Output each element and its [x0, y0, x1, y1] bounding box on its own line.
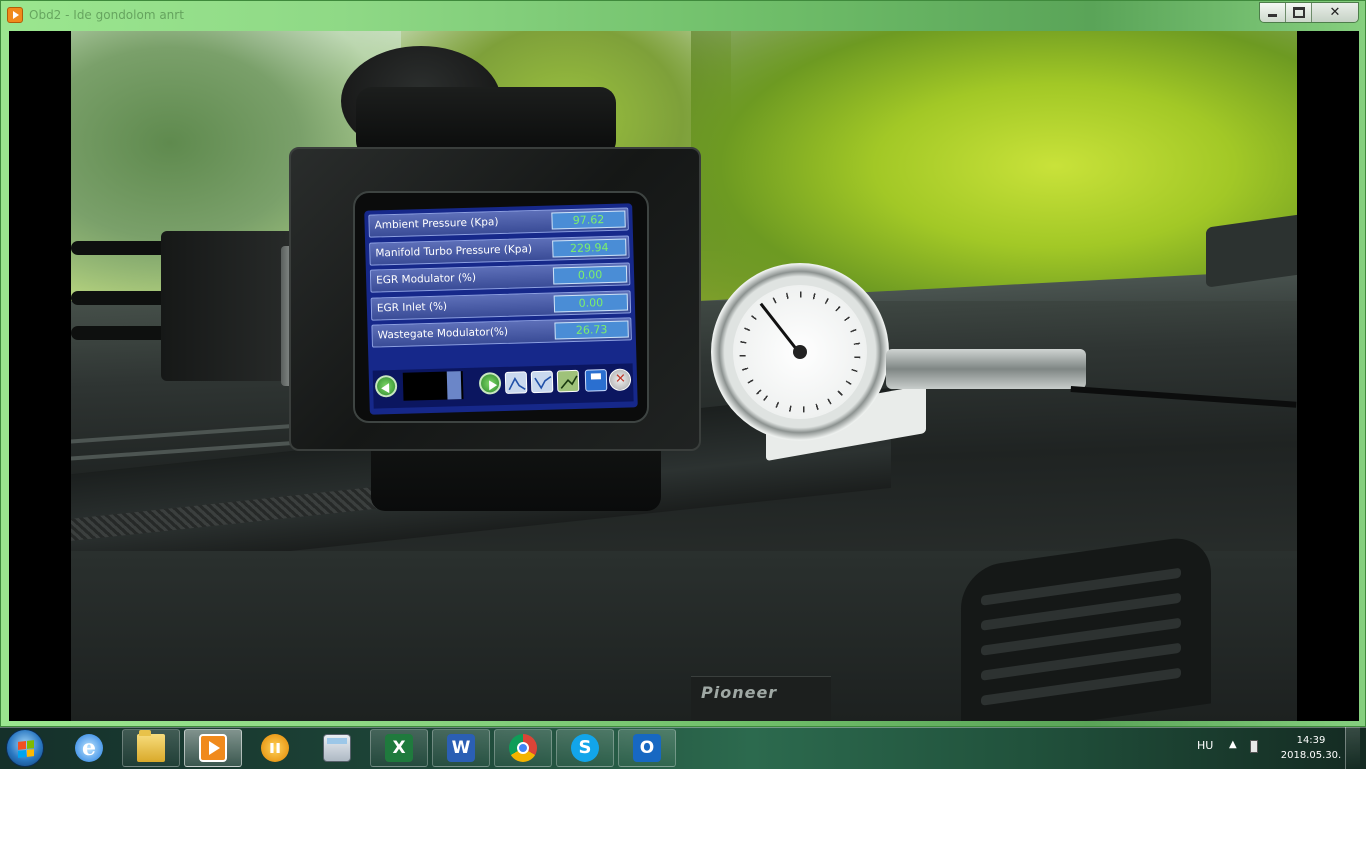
close-glyph: ✕ — [614, 371, 627, 387]
taskbar-media-player[interactable] — [184, 729, 242, 767]
param-label: EGR Modulator (%) — [375, 271, 477, 287]
minimize-icon — [1268, 14, 1277, 17]
side-mirror — [1206, 214, 1297, 288]
graph-peak-glyph — [508, 376, 526, 391]
internet-explorer-icon: e — [75, 734, 103, 762]
param-label: Wastegate Modulator(%) — [377, 325, 509, 342]
param-label: EGR Inlet (%) — [376, 300, 448, 314]
people-app-icon: ıı — [261, 734, 289, 762]
param-value: 97.62 — [551, 210, 626, 230]
cable — [71, 326, 171, 340]
minimize-button[interactable] — [1260, 3, 1286, 22]
media-player-app-icon[interactable] — [7, 7, 23, 23]
clock-time: 14:39 — [1296, 735, 1326, 746]
param-label: Ambient Pressure (Kpa) — [374, 216, 499, 232]
taskbar-internet-explorer[interactable]: e — [60, 729, 118, 767]
close-icon: ✕ — [1329, 5, 1341, 20]
next-arrow-icon — [478, 372, 502, 395]
save-icon — [584, 369, 608, 392]
show-hidden-icons-icon[interactable]: ▲ — [1229, 739, 1237, 750]
param-row: Ambient Pressure (Kpa) 97.62 — [368, 207, 629, 238]
chrome-icon — [509, 734, 537, 762]
taskbar-calculator[interactable] — [308, 729, 366, 767]
clock-date: 2018.05.30. — [1280, 750, 1342, 761]
boost-gauge — [711, 263, 889, 441]
graph-valley-icon — [530, 370, 554, 394]
show-desktop-button[interactable] — [1345, 727, 1360, 769]
outlook-icon: O — [633, 734, 661, 762]
obd-toolbar: ✕ — [372, 363, 634, 409]
start-button[interactable] — [6, 729, 44, 767]
close-icon: ✕ — [608, 368, 632, 392]
skype-icon: S — [571, 734, 599, 762]
obd-device: Ambient Pressure (Kpa) 97.62 Manifold Tu… — [289, 147, 701, 451]
window-title: Obd2 - Ide gondolom anrt — [29, 8, 184, 22]
radio-brand-label: Pioneer — [701, 683, 778, 702]
title-bar[interactable]: Obd2 - Ide gondolom anrt ✕ — [1, 1, 1366, 31]
graph-rise-icon — [556, 369, 580, 393]
device-bezel: Ambient Pressure (Kpa) 97.62 Manifold Tu… — [353, 191, 649, 423]
taskbar-file-explorer[interactable] — [122, 729, 180, 767]
taskbar-chrome[interactable] — [494, 729, 552, 767]
windows-logo-icon — [18, 740, 34, 758]
gauge-face — [733, 285, 867, 419]
param-row: EGR Inlet (%) 0.00 — [370, 289, 632, 321]
param-value: 26.73 — [554, 320, 629, 340]
power-icon[interactable] — [1250, 740, 1258, 753]
taskbar-people-app[interactable]: ıı — [246, 729, 304, 767]
close-button[interactable]: ✕ — [1312, 3, 1358, 22]
graph-rise-glyph — [560, 375, 578, 389]
param-row: Manifold Turbo Pressure (Kpa) 229.94 — [369, 234, 630, 266]
gauge-hub — [793, 345, 807, 359]
taskbar-word[interactable]: W — [432, 729, 490, 767]
system-tray: HU ▲ 14:39 2018.05.30. — [1190, 727, 1360, 769]
video-area[interactable]: Pioneer Ambient Pressure (Kpa) 97.62 Man… — [9, 31, 1359, 721]
back-arrow-icon — [374, 374, 398, 398]
calculator-icon — [323, 734, 351, 762]
taskbar-excel[interactable]: X — [370, 729, 428, 767]
video-frame: Pioneer Ambient Pressure (Kpa) 97.62 Man… — [71, 31, 1297, 721]
parameter-list: Ambient Pressure (Kpa) 97.62 Manifold Tu… — [368, 207, 632, 352]
param-value: 229.94 — [552, 237, 627, 258]
language-indicator[interactable]: HU — [1197, 739, 1213, 752]
param-value: 0.00 — [553, 292, 629, 313]
taskbar-outlook[interactable]: O — [618, 729, 676, 767]
excel-icon: X — [385, 734, 413, 762]
param-value: 0.00 — [552, 265, 628, 285]
clock[interactable]: 14:39 2018.05.30. — [1276, 733, 1346, 763]
graph-peak-icon — [504, 371, 528, 394]
obd-screen: Ambient Pressure (Kpa) 97.62 Manifold Tu… — [364, 203, 638, 415]
maximize-icon — [1292, 7, 1305, 18]
folder-icon — [137, 730, 165, 762]
taskbar-skype[interactable]: S — [556, 729, 614, 767]
window-controls: ✕ — [1259, 2, 1359, 23]
maximize-button[interactable] — [1286, 3, 1312, 22]
page-slot — [446, 371, 462, 400]
word-icon: W — [447, 734, 475, 762]
param-row: EGR Modulator (%) 0.00 — [369, 262, 631, 293]
media-player-icon — [199, 734, 227, 762]
graph-valley-glyph — [534, 375, 552, 390]
taskbar: e ıı X W S O HU ▲ 14:39 2018.05.30. — [0, 727, 1366, 769]
param-row: Wastegate Modulator(%) 26.73 — [371, 317, 632, 348]
gauge-fitting — [886, 349, 1086, 389]
media-player-window: Obd2 - Ide gondolom anrt ✕ Pioneer Ambie… — [0, 0, 1366, 727]
param-label: Manifold Turbo Pressure (Kpa) — [375, 242, 533, 259]
